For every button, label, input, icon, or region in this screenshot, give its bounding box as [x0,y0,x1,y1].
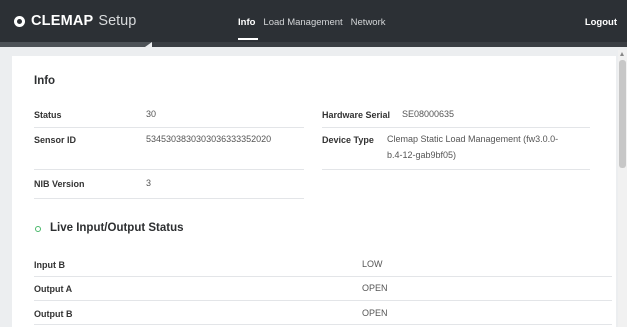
hardware-serial-value: SE08000635 [402,109,455,119]
nib-version-label: NIB Version [34,179,85,189]
sensor-id-value: 5345303830303036333352020 [146,134,272,144]
main-tabs: Info Load Management Network [238,17,394,28]
divider [34,127,304,128]
clemap-logo-icon [14,15,25,27]
header-accent-notch [145,42,152,47]
divider [34,276,612,277]
live-row-value: OPEN [362,283,388,293]
scrollbar-thumb[interactable] [619,60,626,168]
live-row-value: LOW [362,259,383,269]
header-accent-left [0,42,145,47]
vertical-scrollbar[interactable] [618,50,627,327]
top-navigation-bar: CLEMAP Setup Info Load Management Networ… [0,0,627,42]
sensor-id-label: Sensor ID [34,135,77,145]
hardware-serial-label: Hardware Serial [322,110,391,120]
status-label: Status [34,110,62,120]
live-row-label: Output B [34,309,73,319]
status-value: 30 [146,109,157,119]
device-type-label: Device Type [322,135,374,145]
active-tab-indicator [238,38,258,40]
info-section-title: Info [34,75,56,87]
divider [34,324,612,325]
tab-load-management[interactable]: Load Management [263,17,342,28]
brand[interactable]: CLEMAP Setup [14,13,136,29]
live-status-title: Live Input/Output Status [50,222,184,234]
divider [34,198,304,199]
live-row-value: OPEN [362,308,388,318]
tab-network[interactable]: Network [351,17,386,28]
brand-suffix: Setup [98,13,137,29]
brand-name: CLEMAP [31,13,94,29]
divider [322,127,590,128]
device-type-value-line2: b.4-12-gab9bf05) [387,150,457,160]
logout-button[interactable]: Logout [585,17,617,28]
live-row-label: Input B [34,260,65,270]
divider [322,169,590,170]
live-row-label: Output A [34,284,73,294]
tab-info[interactable]: Info [238,17,255,28]
nib-version-value: 3 [146,178,152,188]
info-card: Info Status 30 Sensor ID 534530383030303… [12,56,616,327]
status-dot-icon [35,226,41,232]
divider [34,300,612,301]
device-type-value-line1: Clemap Static Load Management (fw3.0.0- [387,134,559,144]
divider [34,169,304,170]
header-accent-right [152,42,627,47]
scroll-up-arrow-icon[interactable] [620,52,624,56]
